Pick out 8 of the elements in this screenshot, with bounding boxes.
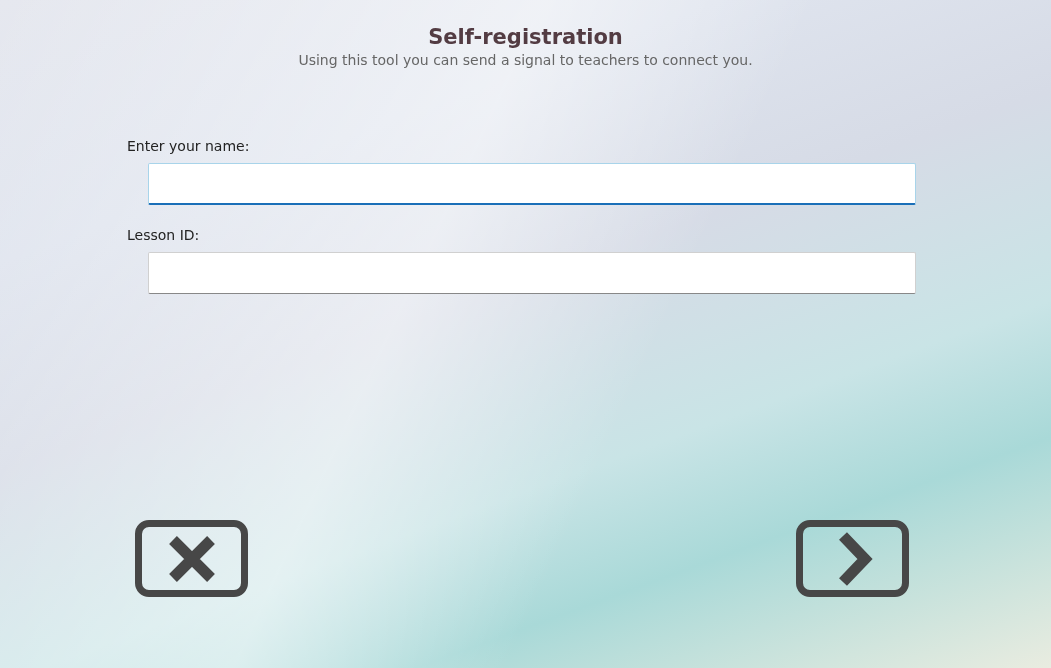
name-field[interactable] <box>148 163 916 205</box>
next-button[interactable] <box>796 520 909 597</box>
field-label: Enter your name: <box>126 138 251 154</box>
lesson-id-field[interactable] <box>148 252 916 294</box>
cancel-button[interactable] <box>135 520 248 597</box>
page-subtitle: Using this tool you can send a signal to teachers to connect you. <box>298 52 753 68</box>
field-label: Lesson ID: <box>126 227 201 243</box>
page-title: Self-registration <box>428 25 623 49</box>
